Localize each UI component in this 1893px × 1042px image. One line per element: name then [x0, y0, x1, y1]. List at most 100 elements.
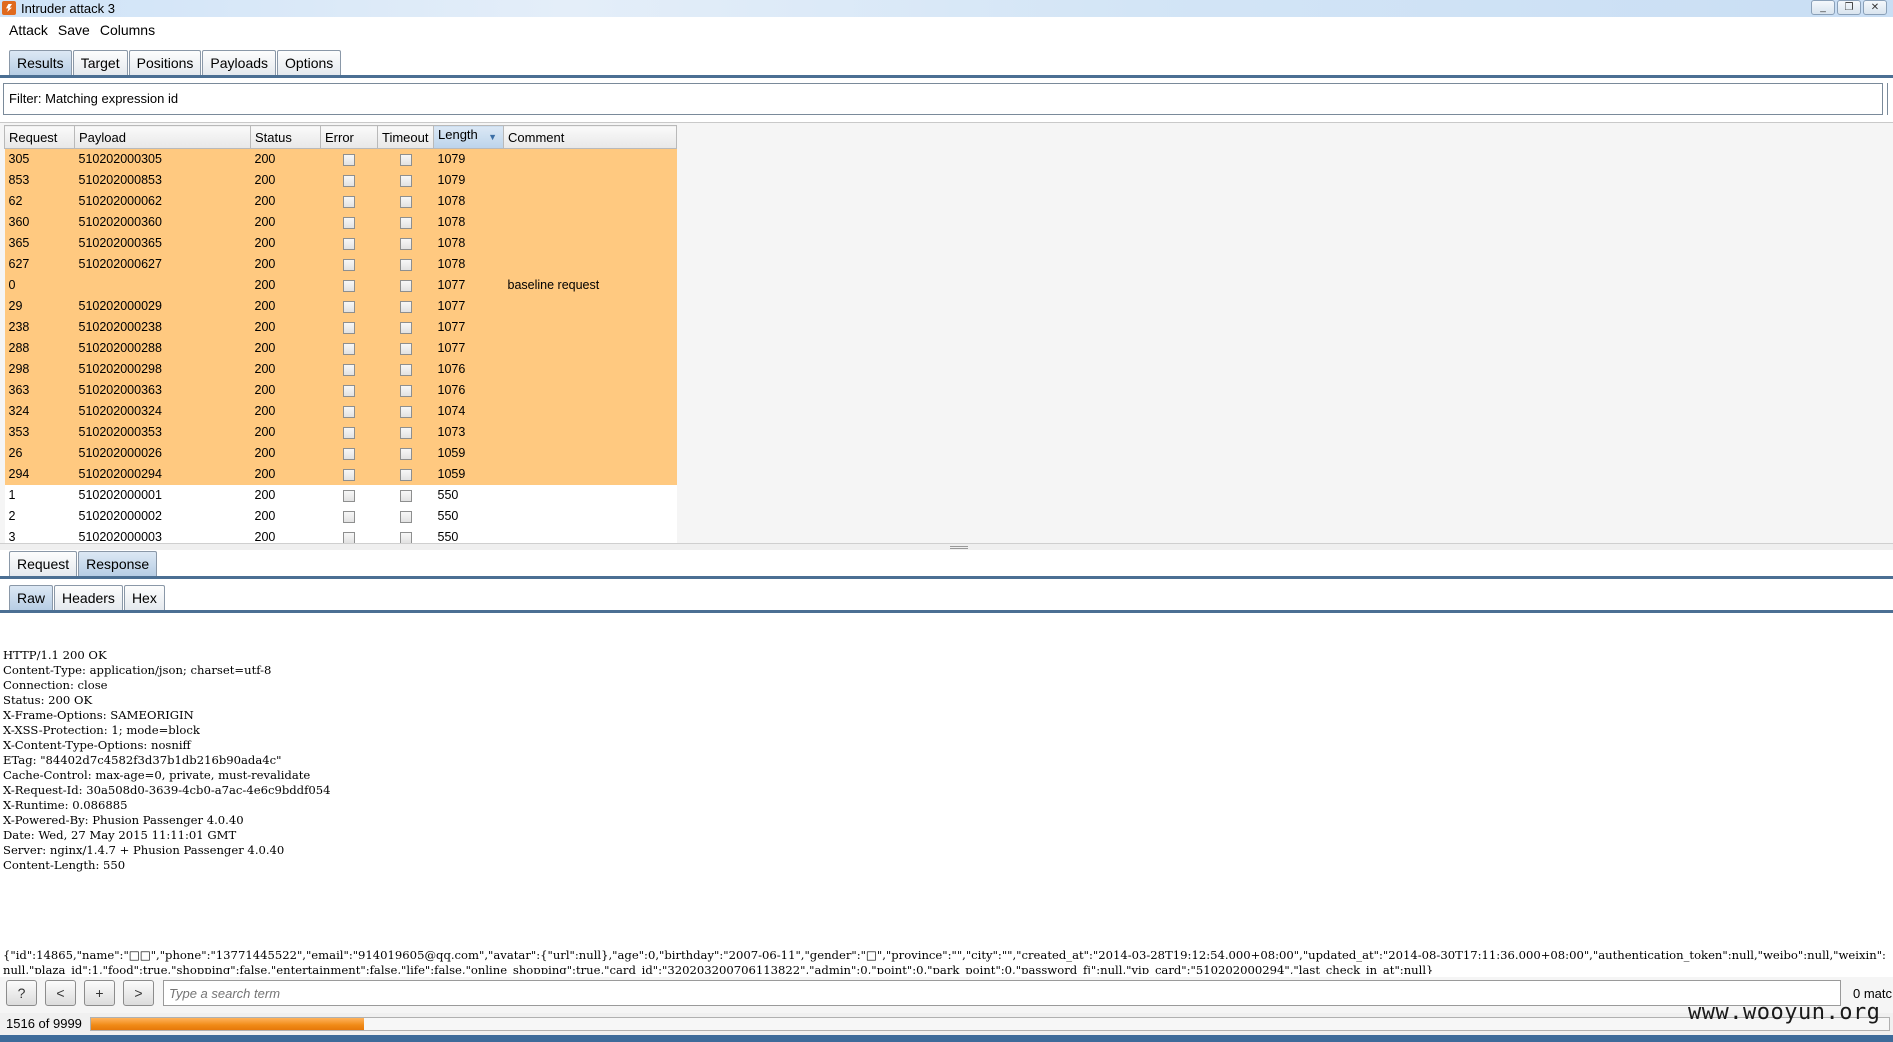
cell-length: 1078: [433, 211, 504, 233]
search-input[interactable]: [163, 980, 1841, 1006]
pane-splitter[interactable]: [0, 543, 1893, 550]
cell-timeout: [377, 337, 434, 359]
col-status[interactable]: Status: [250, 125, 321, 149]
menu-save[interactable]: Save: [53, 22, 95, 38]
col-payload[interactable]: Payload: [74, 125, 251, 149]
col-length[interactable]: Length ▼: [433, 125, 504, 149]
burp-app-icon: [2, 1, 16, 15]
main-tabs: Results Target Positions Payloads Option…: [0, 49, 1893, 78]
cell-comment: [503, 358, 677, 380]
table-row[interactable]: 360 510202000360 200 1078: [4, 211, 677, 233]
table-row[interactable]: 365 510202000365 200 1078: [4, 232, 677, 254]
cell-request: 294: [4, 463, 75, 485]
tab-raw[interactable]: Raw: [9, 585, 54, 610]
response-raw-text[interactable]: HTTP/1.1 200 OK Content-Type: application…: [3, 618, 1888, 974]
tab-headers[interactable]: Headers: [54, 585, 123, 610]
cell-request: 360: [4, 211, 75, 233]
add-button[interactable]: +: [84, 980, 115, 1006]
error-checkbox: [343, 489, 355, 502]
cell-error: [320, 148, 378, 170]
cell-length: 1059: [433, 442, 504, 464]
filter-settings-edge[interactable]: [1887, 83, 1893, 115]
cell-timeout: [377, 484, 434, 506]
table-row[interactable]: 627 510202000627 200 1078: [4, 253, 677, 275]
table-row[interactable]: 1 510202000001 200 550: [4, 484, 677, 506]
cell-request: 238: [4, 316, 75, 338]
cell-payload: 510202000238: [74, 316, 251, 338]
cell-comment: [503, 316, 677, 338]
col-length-label: Length: [438, 126, 478, 142]
cell-comment: [503, 169, 677, 191]
response-header-line: Status: 200 OK: [3, 693, 93, 707]
table-row[interactable]: 298 510202000298 200 1076: [4, 358, 677, 380]
table-row[interactable]: 288 510202000288 200 1077: [4, 337, 677, 359]
results-pane: Request Payload Status Error Timeout Len…: [0, 122, 1893, 548]
cell-request: 29: [4, 295, 75, 317]
results-table: Request Payload Status Error Timeout Len…: [4, 125, 677, 548]
restore-button[interactable]: ❐: [1837, 0, 1861, 15]
cell-length: 1076: [433, 379, 504, 401]
table-row[interactable]: 305 510202000305 200 1079: [4, 148, 677, 170]
cell-status: 200: [250, 442, 321, 464]
cell-request: 365: [4, 232, 75, 254]
response-header-line: Cache-Control: max-age=0, private, must-…: [3, 768, 311, 782]
timeout-checkbox: [399, 237, 412, 250]
cell-error: [320, 190, 378, 212]
table-row[interactable]: 324 510202000324 200 1074: [4, 400, 677, 422]
cell-request: 0: [4, 274, 75, 296]
tab-positions[interactable]: Positions: [128, 50, 202, 75]
cell-error: [320, 337, 378, 359]
close-button[interactable]: ✕: [1863, 0, 1887, 15]
table-row[interactable]: 29 510202000029 200 1077: [4, 295, 677, 317]
tab-payloads[interactable]: Payloads: [202, 50, 277, 75]
minimize-button[interactable]: _: [1811, 0, 1835, 15]
timeout-checkbox: [399, 405, 412, 418]
table-row[interactable]: 2 510202000002 200 550: [4, 505, 677, 527]
col-request[interactable]: Request: [4, 125, 75, 149]
tab-target[interactable]: Target: [72, 50, 128, 75]
help-button[interactable]: ?: [6, 980, 37, 1006]
cell-status: 200: [250, 316, 321, 338]
table-row[interactable]: 363 510202000363 200 1076: [4, 379, 677, 401]
progress-row: 1516 of 9999: [0, 1013, 1893, 1035]
cell-comment: [503, 400, 677, 422]
cell-error: [320, 442, 378, 464]
error-checkbox: [343, 405, 355, 418]
cell-error: [320, 253, 378, 275]
cell-comment: [503, 379, 677, 401]
tab-options[interactable]: Options: [277, 50, 342, 75]
menu-columns[interactable]: Columns: [95, 22, 160, 38]
table-row[interactable]: 0 200 1077 baseline request: [4, 274, 677, 296]
cell-comment: [503, 463, 677, 485]
cell-length: 1073: [433, 421, 504, 443]
table-row[interactable]: 353 510202000353 200 1073: [4, 421, 677, 443]
table-row[interactable]: 294 510202000294 200 1059: [4, 463, 677, 485]
tab-response[interactable]: Response: [78, 551, 158, 576]
progress-label: 1516 of 9999: [6, 1016, 82, 1031]
table-row[interactable]: 238 510202000238 200 1077: [4, 316, 677, 338]
cell-status: 200: [250, 484, 321, 506]
tab-request[interactable]: Request: [9, 551, 78, 576]
filter-bar[interactable]: Filter: Matching expression id: [3, 83, 1883, 115]
previous-match-button[interactable]: <: [45, 980, 76, 1006]
cell-request: 324: [4, 400, 75, 422]
cell-timeout: [377, 253, 434, 275]
cell-request: 305: [4, 148, 75, 170]
tab-hex[interactable]: Hex: [123, 585, 165, 610]
cell-payload: 510202000029: [74, 295, 251, 317]
col-comment[interactable]: Comment: [503, 125, 677, 149]
col-timeout[interactable]: Timeout: [377, 125, 434, 149]
timeout-checkbox: [399, 426, 412, 439]
next-match-button[interactable]: >: [123, 980, 154, 1006]
tab-results[interactable]: Results: [9, 50, 72, 75]
table-row[interactable]: 853 510202000853 200 1079: [4, 169, 677, 191]
response-header-line: ETag: "84402d7c4582f3d37b1db216b90ada4c": [3, 753, 282, 767]
cell-comment: baseline request: [503, 274, 677, 296]
table-row[interactable]: 62 510202000062 200 1078: [4, 190, 677, 212]
col-error[interactable]: Error: [320, 125, 378, 149]
cell-payload: 510202000298: [74, 358, 251, 380]
cell-length: 1076: [433, 358, 504, 380]
menu-attack[interactable]: Attack: [4, 22, 53, 38]
table-row[interactable]: 26 510202000026 200 1059: [4, 442, 677, 464]
cell-timeout: [377, 295, 434, 317]
